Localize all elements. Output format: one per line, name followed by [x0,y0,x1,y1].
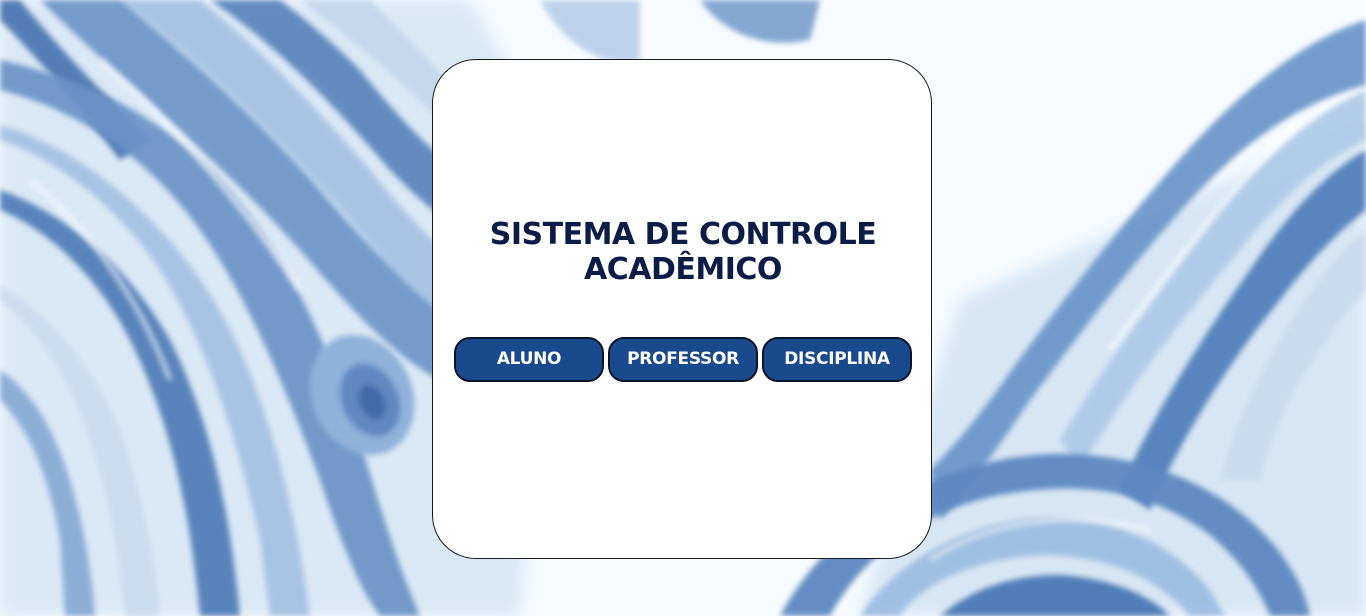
professor-button[interactable]: PROFESSOR [608,337,758,382]
page-title: SISTEMA DE CONTROLE ACADÊMICO [489,217,877,287]
menu-button-group: ALUNO PROFESSOR DISCIPLINA [454,337,914,383]
page-root: SISTEMA DE CONTROLE ACADÊMICO ALUNO PROF… [0,0,1366,616]
menu-card: SISTEMA DE CONTROLE ACADÊMICO ALUNO PROF… [432,59,932,559]
aluno-button[interactable]: ALUNO [454,337,604,382]
disciplina-button[interactable]: DISCIPLINA [762,337,912,382]
